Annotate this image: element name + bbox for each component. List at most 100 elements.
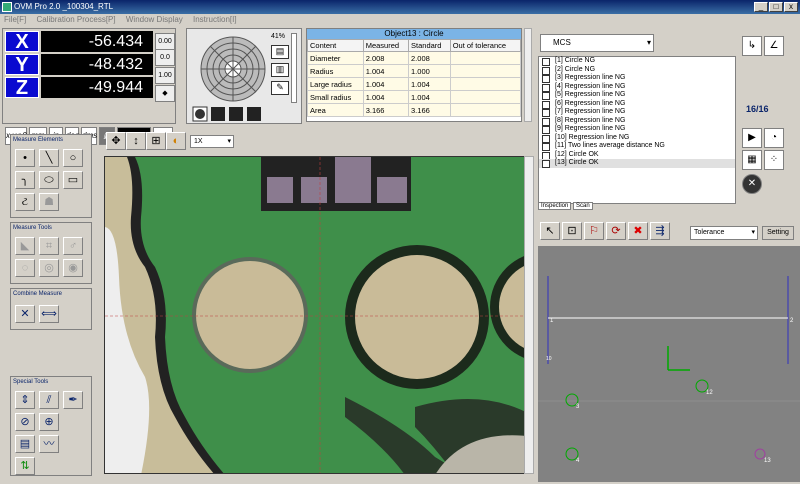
print-icon[interactable]: ▤: [15, 435, 35, 453]
app-icon: [2, 2, 12, 12]
result-scrollbar[interactable]: [524, 28, 532, 122]
curve-tool[interactable]: ટ: [15, 193, 35, 211]
measure-icon[interactable]: ⚐: [584, 222, 604, 240]
zoom-fit-icon[interactable]: ⊡: [562, 222, 582, 240]
zero-x-button[interactable]: 0.00: [155, 33, 175, 50]
edge-tool-icon[interactable]: ◣: [15, 237, 35, 255]
intersect-icon[interactable]: ✕: [15, 305, 35, 323]
menu-window[interactable]: Window Display: [126, 15, 183, 24]
zero-y-button[interactable]: 0.0: [155, 49, 175, 66]
export-icon[interactable]: ⇶: [650, 222, 670, 240]
clear-icon[interactable]: ✖: [628, 222, 648, 240]
chevron-down-icon: ▾: [646, 38, 651, 47]
plot-toolbar: ↖ ⊡ ⚐ ⟳ ✖ ⇶: [538, 220, 798, 244]
y-axis-label: Y: [5, 54, 39, 76]
autofocus-icon[interactable]: ◐: [166, 132, 186, 150]
list-item[interactable]: [12] Circle OK: [539, 151, 735, 159]
ring-light-dial[interactable]: [187, 29, 303, 125]
tab-scan[interactable]: Scan: [573, 202, 593, 210]
probe-icon[interactable]: ✒: [63, 391, 83, 409]
zoom-select[interactable]: 1X ▾: [190, 135, 234, 148]
angle-icon[interactable]: ∠: [764, 36, 784, 56]
crosshair-icon[interactable]: ⊕: [39, 413, 59, 431]
ellipse-tool[interactable]: ⬭: [39, 171, 59, 189]
coordinate-system-select[interactable]: MCS ▾: [540, 34, 654, 52]
light-slider[interactable]: [291, 33, 297, 103]
parallel-icon[interactable]: ⫽: [39, 391, 59, 409]
special-tools-group: Special Tools ⇕ ⫽ ✒ ⊘ ⊕ ▤ 〰 ⇅: [10, 376, 92, 476]
table-row: Radius 1.004 1.000: [307, 64, 521, 78]
region-tool[interactable]: ☗: [39, 193, 59, 211]
light-bottom-icon[interactable]: ▥: [271, 63, 289, 77]
angle-tool-icon[interactable]: ♂: [63, 237, 83, 255]
z-axis-value: -49.944: [41, 77, 153, 98]
move-icon[interactable]: ✥: [106, 132, 126, 150]
menu-calibration[interactable]: Calibration Process[P]: [36, 15, 115, 24]
list-item[interactable]: [5] Regression line NG: [539, 91, 735, 100]
tolerance-select[interactable]: Tolerance ▾: [690, 226, 758, 240]
graphic-view[interactable]: 3 4 12 13 1 2 10: [538, 246, 800, 482]
graphic-canvas: 3 4 12 13 1 2 10: [538, 246, 800, 482]
report-icon[interactable]: ◔: [764, 128, 784, 148]
tolerance-value: Tolerance: [694, 229, 725, 236]
minimize-button[interactable]: _: [754, 2, 768, 12]
close-window-button[interactable]: x: [784, 2, 798, 12]
circle-tool[interactable]: ○: [63, 149, 83, 167]
x-axis-value: -56.434: [41, 31, 153, 52]
list-item[interactable]: [3] Regression line NG: [539, 74, 735, 83]
object-list[interactable]: [1] Circle NG [2] Circle NG [3] Regressi…: [538, 56, 736, 204]
camera-scrollbar[interactable]: [524, 156, 534, 474]
setting-button[interactable]: Setting: [762, 226, 794, 240]
measure-elements-title: Measure Elements: [13, 137, 64, 143]
wave-icon[interactable]: 〰: [39, 435, 59, 453]
distance-icon[interactable]: ⟺: [39, 305, 59, 323]
list-item[interactable]: [9] Regression line NG: [539, 125, 735, 134]
chevron-down-icon: ▾: [227, 138, 231, 145]
gauge-icon[interactable]: ⊘: [15, 413, 35, 431]
list-item[interactable]: [7] Regression line NG: [539, 108, 735, 117]
height-tool-icon[interactable]: ⇕: [15, 391, 35, 409]
refresh-icon[interactable]: ⟳: [606, 222, 626, 240]
select-pointer-icon[interactable]: ↖: [540, 222, 560, 240]
point-tool[interactable]: •: [15, 149, 35, 167]
swap-icon[interactable]: ⇅: [15, 457, 35, 475]
coordinate-icon[interactable]: ↳: [742, 36, 762, 56]
rectangle-tool[interactable]: ▭: [63, 171, 83, 189]
list-item[interactable]: [6] Regression line NG: [539, 100, 735, 108]
light-control-panel: 41% ▤ ▥ ✎: [186, 28, 302, 124]
light-probe-icon[interactable]: ✎: [271, 81, 289, 95]
line-tool[interactable]: ╲: [39, 149, 59, 167]
dro-extra-button[interactable]: ◆: [155, 85, 175, 102]
menu-instruction[interactable]: Instruction[I]: [193, 15, 237, 24]
chevron-down-icon: ▾: [751, 229, 755, 236]
caliper-tool-icon[interactable]: ⌗: [39, 237, 59, 255]
grid-icon[interactable]: ▦: [742, 150, 762, 170]
delete-icon[interactable]: ✕: [742, 174, 762, 194]
table-row: Diameter 2.008 2.008: [307, 51, 521, 65]
target-icon[interactable]: ◉: [63, 259, 83, 277]
list-item[interactable]: [13] Circle OK: [539, 159, 735, 168]
run-program-icon[interactable]: ▶: [742, 128, 762, 148]
col-out-of-tolerance: Out of tolerance: [449, 39, 521, 52]
circle-edge-icon[interactable]: ◌: [15, 259, 35, 277]
arc-tool[interactable]: ╮: [15, 171, 35, 189]
menu-file[interactable]: File[F]: [4, 15, 26, 24]
list-item[interactable]: [1] Circle NG: [539, 57, 735, 66]
list-item[interactable]: [11] Two lines average distance NG: [539, 142, 735, 151]
crosshair-toggle-icon[interactable]: ⊞: [146, 132, 166, 150]
camera-view[interactable]: [104, 156, 534, 474]
list-item[interactable]: [8] Regression line NG: [539, 117, 735, 125]
points-icon[interactable]: ⁘: [764, 150, 784, 170]
list-item[interactable]: [10] Regression line NG: [539, 134, 735, 142]
camera-image: [105, 157, 533, 473]
list-item[interactable]: [2] Circle NG: [539, 66, 735, 74]
light-top-icon[interactable]: ▤: [271, 45, 289, 59]
tab-inspection[interactable]: Inspection: [538, 202, 572, 210]
list-item[interactable]: [4] Regression line NG: [539, 83, 735, 91]
circle-scan-icon[interactable]: ◎: [39, 259, 59, 277]
set-value-button[interactable]: 1.00: [155, 67, 175, 84]
maximize-button[interactable]: □: [769, 2, 783, 12]
window-title: OVM Pro 2.0 _100304_RTL: [14, 2, 114, 11]
col-standard: Standard: [408, 39, 451, 52]
vertical-icon[interactable]: ↕: [126, 132, 146, 150]
